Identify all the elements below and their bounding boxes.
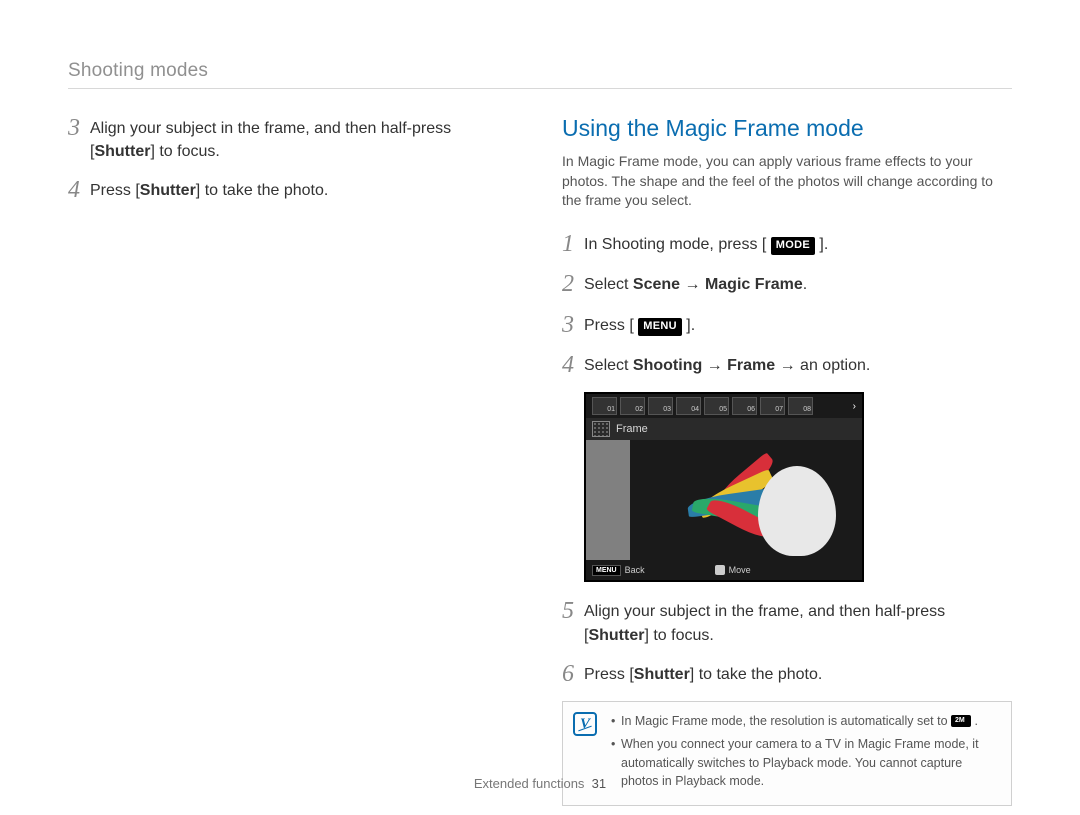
- step-text: Select Shooting → Frame → an option.: [584, 352, 870, 377]
- step-text: Select Scene → Magic Frame.: [584, 271, 807, 296]
- frame-thumb: 01: [592, 397, 617, 415]
- left-step-3: 3 Align your subject in the frame, and t…: [68, 115, 518, 163]
- step-text: In Shooting mode, press [ MODE ].: [584, 231, 828, 256]
- step-text: Press [Shutter] to take the photo.: [90, 177, 328, 202]
- step-text: Align your subject in the frame, and the…: [90, 115, 518, 163]
- mannequin-head: [758, 466, 836, 556]
- frame-label-text: Frame: [616, 423, 648, 435]
- note-item: In Magic Frame mode, the resolution is a…: [611, 712, 997, 731]
- note-icon: V: [573, 712, 597, 736]
- step-number: 4: [562, 352, 584, 378]
- right-column: Using the Magic Frame mode In Magic Fram…: [562, 115, 1012, 806]
- right-step-3: 3 Press [ MENU ].: [562, 312, 1012, 338]
- two-column-layout: 3 Align your subject in the frame, and t…: [68, 115, 1012, 806]
- camera-bottom-bar: MENU Back Move: [586, 560, 862, 580]
- frame-label-row: Frame: [586, 418, 862, 440]
- footer-section: Extended functions: [474, 776, 585, 791]
- frame-thumb: 06: [732, 397, 757, 415]
- move-label: Move: [729, 565, 751, 575]
- right-step-1: 1 In Shooting mode, press [ MODE ].: [562, 231, 1012, 257]
- page-number: 31: [592, 776, 606, 791]
- step-number: 4: [68, 177, 90, 203]
- step-number: 6: [562, 661, 584, 687]
- camera-screen-illustration: 01 02 03 04 05 06 07 08 › Frame: [584, 392, 864, 582]
- step-number: 5: [562, 598, 584, 624]
- right-step-2: 2 Select Scene → Magic Frame.: [562, 271, 1012, 297]
- section-title: Using the Magic Frame mode: [562, 115, 1012, 142]
- back-label: Back: [625, 565, 645, 575]
- step-number: 3: [562, 312, 584, 338]
- frame-thumb: 04: [676, 397, 701, 415]
- step-text: Press [Shutter] to take the photo.: [584, 661, 822, 686]
- right-step-5: 5 Align your subject in the frame, and t…: [562, 598, 1012, 646]
- section-intro: In Magic Frame mode, you can apply vario…: [562, 152, 1012, 211]
- step-number: 1: [562, 231, 584, 257]
- dpad-icon: [715, 565, 725, 575]
- chevron-right-icon: ›: [853, 401, 856, 412]
- right-step-6: 6 Press [Shutter] to take the photo.: [562, 661, 1012, 687]
- feather-art: [642, 442, 772, 552]
- grid-icon: [592, 421, 610, 437]
- left-column: 3 Align your subject in the frame, and t…: [68, 115, 518, 806]
- step-text: Press [ MENU ].: [584, 312, 695, 337]
- frame-thumb: 07: [760, 397, 785, 415]
- frame-thumb: 05: [704, 397, 729, 415]
- frame-thumb: 08: [788, 397, 813, 415]
- frame-strip: 01 02 03 04 05 06 07 08 ›: [586, 394, 862, 418]
- menu-badge-icon: MENU: [592, 565, 621, 576]
- left-step-4: 4 Press [Shutter] to take the photo.: [68, 177, 518, 203]
- step-text: Align your subject in the frame, and the…: [584, 598, 1012, 646]
- frame-thumb: 02: [620, 397, 645, 415]
- step-number: 2: [562, 271, 584, 297]
- camera-preview-image: [586, 440, 862, 560]
- page-header: Shooting modes: [68, 60, 1012, 89]
- frame-thumb: 03: [648, 397, 673, 415]
- right-step-4: 4 Select Shooting → Frame → an option.: [562, 352, 1012, 378]
- page-footer: Extended functions 31: [0, 776, 1080, 791]
- step-number: 3: [68, 115, 90, 141]
